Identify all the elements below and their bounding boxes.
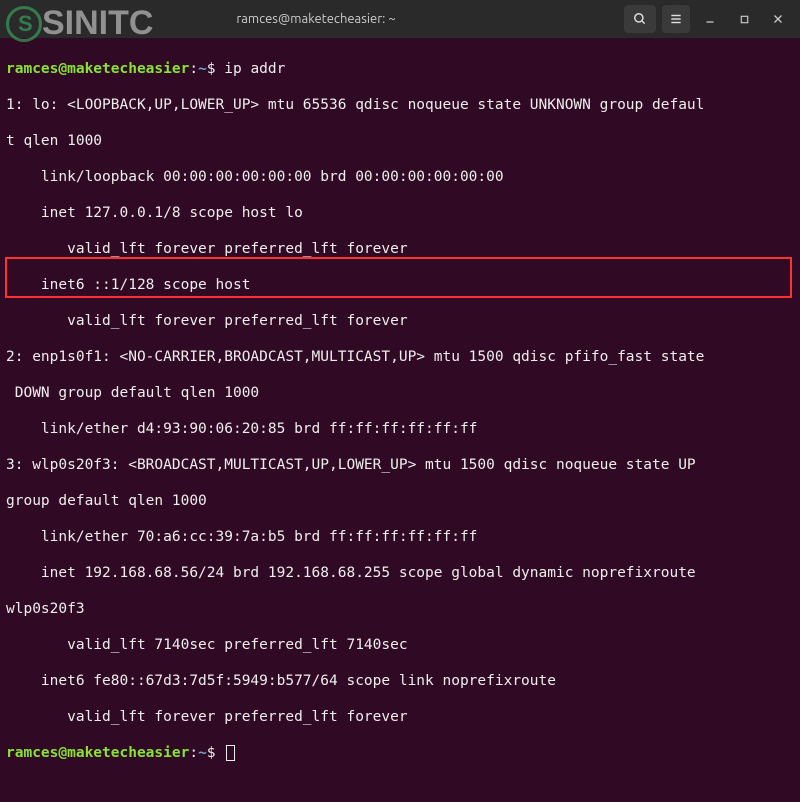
maximize-button[interactable]: [730, 5, 758, 33]
prompt-dollar: $: [207, 61, 216, 77]
output-line: valid_lft forever preferred_lft forever: [6, 708, 794, 726]
output-line: link/ether d4:93:90:06:20:85 brd ff:ff:f…: [6, 420, 794, 438]
terminal-body[interactable]: ramces@maketecheasier:~$ ip addr 1: lo: …: [0, 38, 800, 802]
output-line: inet 127.0.0.1/8 scope host lo: [6, 204, 794, 222]
search-icon: [633, 12, 647, 26]
output-line: inet6 ::1/128 scope host: [6, 276, 794, 294]
prompt-line-1: ramces@maketecheasier:~$ ip addr: [6, 60, 794, 78]
prompt-dollar: $: [207, 745, 216, 761]
output-line: 1: lo: <LOOPBACK,UP,LOWER_UP> mtu 65536 …: [6, 96, 794, 114]
window-title: ramces@maketecheasier: ~: [8, 12, 624, 26]
maximize-icon: [739, 14, 750, 25]
cursor: [226, 745, 235, 761]
prompt-user-host: ramces@maketecheasier: [6, 745, 189, 761]
minimize-icon: [704, 13, 716, 25]
prompt-colon: :: [189, 745, 198, 761]
close-button[interactable]: [764, 5, 792, 33]
output-line: valid_lft 7140sec preferred_lft 7140sec: [6, 636, 794, 654]
output-line: link/loopback 00:00:00:00:00:00 brd 00:0…: [6, 168, 794, 186]
search-button[interactable]: [624, 5, 656, 33]
prompt-user-host: ramces@maketecheasier: [6, 61, 189, 77]
hamburger-menu-button[interactable]: [662, 5, 690, 33]
output-line-highlighted: group default qlen 1000: [6, 492, 794, 510]
output-line: inet 192.168.68.56/24 brd 192.168.68.255…: [6, 564, 794, 582]
command-text: ip addr: [224, 61, 285, 77]
prompt-colon: :: [189, 61, 198, 77]
output-line: t qlen 1000: [6, 132, 794, 150]
output-line: DOWN group default qlen 1000: [6, 384, 794, 402]
output-line: wlp0s20f3: [6, 600, 794, 618]
minimize-button[interactable]: [696, 5, 724, 33]
output-line: link/ether 70:a6:cc:39:7a:b5 brd ff:ff:f…: [6, 528, 794, 546]
close-icon: [772, 13, 784, 25]
output-line: inet6 fe80::67d3:7d5f:5949:b577/64 scope…: [6, 672, 794, 690]
output-line: 2: enp1s0f1: <NO-CARRIER,BROADCAST,MULTI…: [6, 348, 794, 366]
prompt-path: ~: [198, 745, 207, 761]
hamburger-icon: [669, 12, 683, 26]
prompt-path: ~: [198, 61, 207, 77]
output-line: valid_lft forever preferred_lft forever: [6, 240, 794, 258]
output-line-highlighted: 3: wlp0s20f3: <BROADCAST,MULTICAST,UP,LO…: [6, 456, 794, 474]
titlebar: ramces@maketecheasier: ~: [0, 0, 800, 38]
output-line: valid_lft forever preferred_lft forever: [6, 312, 794, 330]
prompt-line-2: ramces@maketecheasier:~$: [6, 744, 794, 762]
titlebar-controls: [624, 5, 792, 33]
